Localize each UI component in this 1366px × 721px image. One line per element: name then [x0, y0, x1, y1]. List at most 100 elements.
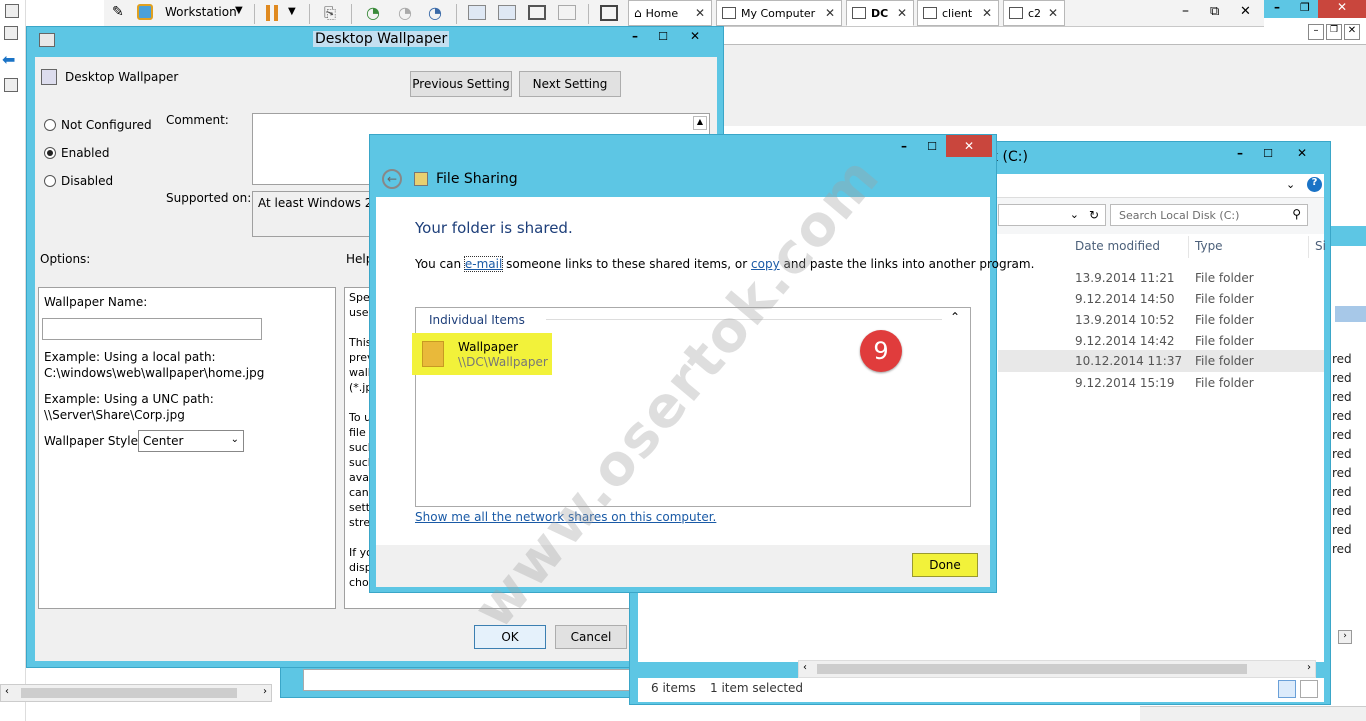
table-row-selected[interactable]: 10.12.2014 11:37 File folder	[998, 350, 1324, 372]
details-view-icon[interactable]	[1278, 680, 1296, 698]
large-icons-view-icon[interactable]	[1300, 680, 1318, 698]
email-link[interactable]: e-mail	[463, 256, 504, 272]
scroll-left-icon[interactable]: ‹	[5, 686, 9, 697]
scroll-right-icon[interactable]: ›	[1307, 662, 1311, 673]
share-icon	[414, 172, 428, 186]
cancel-button[interactable]: Cancel	[555, 625, 627, 649]
wallpaper-name-input[interactable]	[42, 318, 262, 340]
h-scrollbar[interactable]: ‹ ›	[0, 684, 272, 702]
scroll-right-icon[interactable]: ›	[263, 686, 267, 697]
maximize-icon[interactable]: ☐	[1254, 144, 1282, 162]
document-icon[interactable]	[4, 78, 18, 92]
h-scrollbar[interactable]: ‹ ›	[798, 660, 1316, 678]
vm-icon	[852, 7, 866, 19]
scroll-right-icon[interactable]: ›	[1338, 630, 1352, 644]
app-icon[interactable]	[5, 4, 19, 18]
setting-header: Desktop Wallpaper	[65, 70, 179, 84]
minimize-icon[interactable]: –	[1308, 24, 1324, 40]
tab-c2[interactable]: c2 ✕	[1003, 0, 1065, 26]
close-icon[interactable]: ✕	[946, 135, 992, 157]
search-box[interactable]: Search Local Disk (C:) ⚲	[1110, 204, 1308, 226]
file-sharing-dialog: – ☐ ✕ ← File Sharing Your folder is shar…	[369, 134, 1034, 593]
unity-icon[interactable]	[558, 5, 576, 20]
radio-enabled[interactable]	[44, 147, 56, 159]
column-size[interactable]: Si	[1315, 239, 1326, 253]
column-divider[interactable]	[1308, 236, 1309, 258]
chevron-down-icon: ⌄	[230, 434, 239, 445]
next-setting-button[interactable]: Next Setting	[519, 71, 621, 97]
policy-icon[interactable]	[4, 26, 18, 40]
sidebar-toggle-icon[interactable]	[468, 5, 486, 20]
tab-label: DC	[871, 6, 889, 20]
snapshot-icon[interactable]: ◔	[366, 3, 380, 22]
console-view-icon[interactable]	[600, 5, 618, 21]
chevron-down-icon[interactable]: ⌄	[1286, 178, 1295, 191]
chevron-down-icon[interactable]: ⌄	[1070, 208, 1079, 221]
close-icon[interactable]: ✕	[982, 6, 992, 20]
scroll-thumb[interactable]	[21, 688, 237, 698]
fullscreen-icon[interactable]	[528, 5, 546, 20]
close-icon[interactable]: ✕	[1048, 6, 1058, 20]
minimize-icon[interactable]: –	[621, 27, 649, 45]
tab-dc[interactable]: DC ✕	[846, 0, 914, 26]
refresh-icon[interactable]: ↻	[1089, 208, 1099, 222]
previous-setting-button[interactable]: Previous Setting	[410, 71, 512, 97]
dialog-title: Desktop Wallpaper	[313, 31, 450, 47]
ok-button[interactable]: OK	[474, 625, 546, 649]
scroll-up-icon[interactable]: ▲	[693, 116, 707, 130]
collapse-icon[interactable]: ⌃	[950, 310, 960, 324]
thumbnail-icon[interactable]	[498, 5, 516, 20]
search-icon[interactable]: ⚲	[1292, 207, 1301, 221]
close-icon[interactable]: ✕	[681, 27, 709, 45]
minimize-icon[interactable]: –	[1226, 144, 1254, 162]
back-arrow-icon[interactable]: ⬅	[2, 50, 15, 69]
tab-client[interactable]: client ✕	[917, 0, 999, 26]
chevron-down-icon[interactable]: ▼	[235, 5, 243, 16]
close-icon[interactable]: ✕	[825, 6, 835, 20]
pause-icon[interactable]	[266, 5, 270, 21]
copy-link[interactable]: copy	[751, 257, 780, 271]
address-bar[interactable]: ⌄ ↻	[998, 204, 1106, 226]
scroll-left-icon[interactable]: ‹	[803, 662, 807, 673]
snapshot-manager-icon[interactable]: ◔	[428, 3, 442, 22]
done-button[interactable]: Done	[912, 553, 978, 577]
restore-icon[interactable]: ⧉	[1210, 4, 1219, 19]
close-icon[interactable]: ✕	[1344, 24, 1360, 40]
close-icon[interactable]: ✕	[695, 6, 705, 20]
toolbar-divider	[456, 4, 457, 24]
maximize-icon[interactable]: ☐	[649, 27, 677, 45]
network-shares-link[interactable]: Show me all the network shares on this c…	[415, 510, 716, 524]
close-icon[interactable]: ✕	[1318, 0, 1366, 18]
example-local-2: C:\windows\web\wallpaper\home.jpg	[44, 366, 265, 380]
help-icon[interactable]: ?	[1307, 177, 1322, 192]
workstation-menu[interactable]: Workstation	[165, 5, 237, 19]
restore-icon[interactable]: ❐	[1326, 24, 1342, 40]
scroll-thumb[interactable]	[817, 664, 1247, 674]
tab-home[interactable]: ⌂ Home ✕	[628, 0, 712, 26]
wallpaper-style-select[interactable]: Center ⌄	[138, 430, 244, 452]
back-arrow-icon[interactable]: ←	[382, 169, 402, 189]
radio-disabled[interactable]	[44, 175, 56, 187]
revert-snapshot-icon[interactable]: ◔	[398, 3, 412, 22]
maximize-icon[interactable]: ☐	[918, 137, 946, 155]
radio-enabled-label: Enabled	[61, 146, 110, 160]
send-keys-icon[interactable]: ⎘	[324, 4, 336, 22]
shared-item[interactable]: Wallpaper \\DC\Wallpaper	[412, 333, 552, 375]
options-panel: Wallpaper Name: Example: Using a local p…	[38, 287, 336, 609]
selected-count: 1 item selected	[710, 681, 804, 695]
column-divider[interactable]	[1188, 236, 1189, 258]
column-type[interactable]: Type	[1195, 239, 1223, 253]
pin-icon[interactable]: ✎	[112, 4, 124, 20]
close-icon[interactable]: ✕	[1288, 144, 1316, 162]
close-icon[interactable]: ✕	[1240, 4, 1251, 19]
maximize-icon[interactable]: ❐	[1300, 1, 1310, 14]
minimize-icon[interactable]: –	[1274, 0, 1280, 14]
tab-my-computer[interactable]: My Computer ✕	[716, 0, 842, 26]
column-date-modified[interactable]: Date modified	[1075, 239, 1160, 253]
minimize-icon[interactable]: –	[890, 137, 918, 155]
radio-not-configured[interactable]	[44, 119, 56, 131]
pause-dropdown-icon[interactable]: ▼	[288, 6, 296, 17]
search-input[interactable]: Search Local Disk (C:)	[1119, 209, 1239, 222]
minimize-icon[interactable]: –	[1182, 3, 1189, 19]
close-icon[interactable]: ✕	[897, 6, 907, 20]
